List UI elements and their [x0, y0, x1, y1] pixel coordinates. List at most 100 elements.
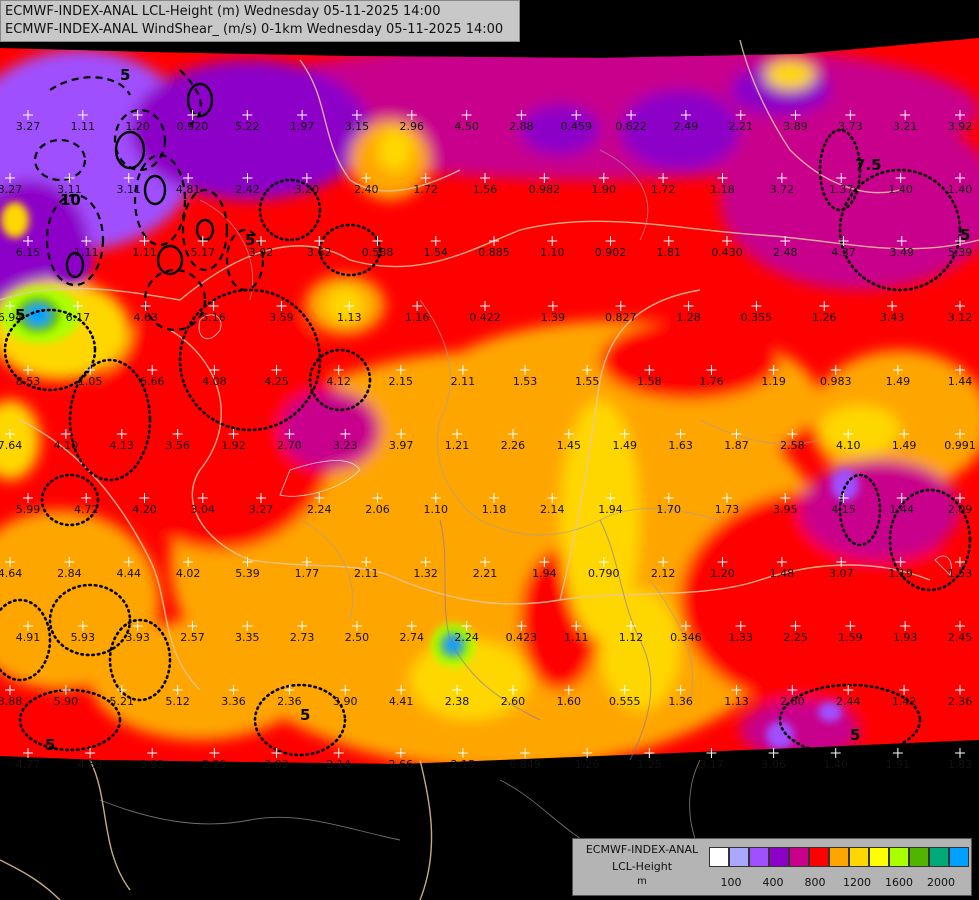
station-value: 1.72: [651, 183, 676, 196]
station-value: 3.72: [770, 183, 795, 196]
station-value: 0.885: [478, 246, 510, 259]
legend: ECMWF-INDEX-ANAL LCL-Height m 100 400 800 1…: [572, 838, 972, 896]
station-value: 2.42: [235, 183, 260, 196]
station-value: 1.20: [710, 567, 735, 580]
station-value: 2.73: [290, 631, 315, 644]
legend-swatch: [929, 847, 949, 867]
station-value: 3.73: [838, 120, 863, 133]
station-value: 2.45: [948, 631, 973, 644]
station-value: 1.76: [699, 375, 724, 388]
station-value: 2.14: [326, 758, 351, 771]
station-value: 0.588: [362, 246, 394, 259]
station-value: 3.88: [0, 695, 22, 708]
station-value: 4.20: [132, 503, 157, 516]
station-value: 3.92: [948, 120, 973, 133]
station-value: 5.39: [235, 567, 260, 580]
station-value: 1.28: [676, 311, 701, 324]
legend-swatch: [789, 847, 809, 867]
contour-label: 5: [960, 226, 970, 244]
station-value: 1.18: [482, 503, 507, 516]
station-value: 4.08: [202, 375, 227, 388]
station-value: 2.60: [501, 695, 526, 708]
station-value: 4.12: [326, 375, 351, 388]
station-value: 2.15: [389, 375, 414, 388]
station-value: 1.73: [715, 503, 740, 516]
station-value: 0.355: [741, 311, 773, 324]
station-value: 1.37: [829, 183, 854, 196]
legend-tick-label: 400: [762, 876, 784, 889]
station-value: 3.49: [890, 246, 915, 259]
station-value: 5.99: [16, 503, 41, 516]
station-value: 2.84: [57, 567, 82, 580]
station-value: 1.44: [948, 375, 973, 388]
station-value: 3.27: [0, 183, 22, 196]
station-value: 3.21: [893, 120, 918, 133]
station-value: 1.26: [575, 758, 600, 771]
station-value: 4.63: [133, 311, 158, 324]
station-value: 2.88: [509, 120, 534, 133]
station-value: 1.49: [886, 375, 911, 388]
station-value: 2.12: [651, 567, 676, 580]
station-value: 1.39: [541, 311, 566, 324]
station-value: 4.10: [836, 439, 861, 452]
station-value: 1.40: [823, 758, 848, 771]
station-value: 3.27: [249, 503, 274, 516]
station-value: 3.93: [125, 631, 150, 644]
station-value: 0.790: [588, 567, 620, 580]
station-value: 1.11: [71, 120, 96, 133]
station-value: 1.40: [888, 183, 913, 196]
station-value: 5.16: [201, 311, 226, 324]
station-value: 2.36: [277, 695, 302, 708]
station-value: 0.422: [469, 311, 501, 324]
legend-swatch: [849, 847, 869, 867]
station-value: 1.63: [668, 439, 693, 452]
station-value: 4.41: [389, 695, 414, 708]
station-value: 3.20: [295, 183, 320, 196]
station-value: 2.26: [501, 439, 526, 452]
station-value: 4.83: [78, 758, 103, 771]
station-value: 2.66: [389, 758, 414, 771]
station-value: 2.49: [674, 120, 699, 133]
station-value: 1.33: [728, 631, 753, 644]
station-value: 4.64: [0, 567, 22, 580]
station-value: 5.17: [191, 246, 216, 259]
station-value: 0.902: [595, 246, 627, 259]
map-title-box: ECMWF-INDEX-ANAL LCL-Height (m) Wednesda…: [0, 0, 520, 42]
station-value: 4.91: [16, 631, 41, 644]
station-value: 5.93: [71, 631, 96, 644]
station-value: 2.50: [345, 631, 370, 644]
station-value: 1.93: [893, 631, 918, 644]
station-value: 1.94: [598, 503, 623, 516]
contour-label: 5: [15, 306, 25, 324]
station-value: 2.38: [445, 695, 470, 708]
station-value: 1.58: [637, 375, 662, 388]
station-value: 4.44: [117, 567, 142, 580]
station-value: 2.24: [307, 503, 332, 516]
station-value: 5.21: [110, 695, 135, 708]
contour-label: 10: [60, 191, 81, 209]
legend-tick-label: 1200: [843, 876, 871, 889]
station-value: 3.35: [235, 631, 260, 644]
station-value: 2.21: [473, 567, 498, 580]
legend-swatch: [869, 847, 889, 867]
station-value: 0.555: [609, 695, 641, 708]
station-value: 1.26: [812, 311, 837, 324]
weather-map: 3.27 1.11 1.20 0.920 5.22 1.97 3.15 2.96 4.50 2.8…: [0, 0, 979, 900]
station-value: 0.920: [177, 120, 209, 133]
station-value: 4.15: [831, 503, 856, 516]
contour-label: 5: [300, 706, 310, 724]
contour-label: 5: [120, 66, 130, 84]
station-value: 5.39: [948, 246, 973, 259]
legend-swatch: [809, 847, 829, 867]
station-value: 0.459: [560, 120, 592, 133]
station-value: 3.43: [880, 311, 905, 324]
station-value: 3.06: [761, 758, 786, 771]
station-value: 4.72: [74, 503, 99, 516]
station-value: 1.92: [221, 439, 246, 452]
station-value: 3.17: [699, 758, 724, 771]
station-value: 2.15: [451, 758, 476, 771]
station-value: 3.59: [269, 311, 294, 324]
station-value: 0.982: [529, 183, 561, 196]
station-value: 1.32: [413, 567, 438, 580]
station-value: 1.53: [513, 375, 538, 388]
